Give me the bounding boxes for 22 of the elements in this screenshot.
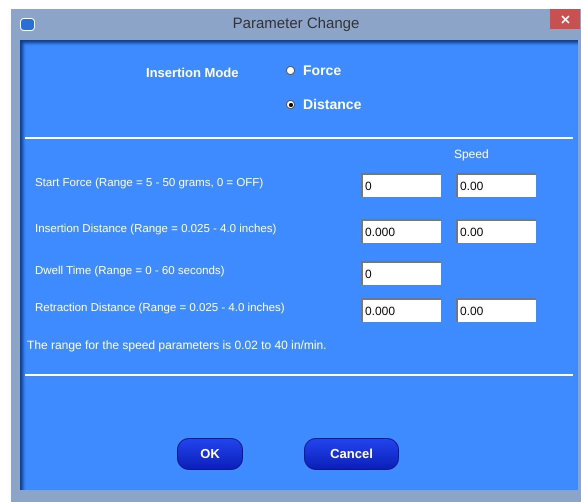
dialog-button[interactable]: OK xyxy=(177,438,243,470)
parameter-label: Dwell Time (Range = 0 - 60 seconds) xyxy=(35,264,226,279)
radio-button[interactable] xyxy=(286,66,295,75)
speed-range-note: The range for the speed parameters is 0.02 to 40 in/min. xyxy=(27,337,328,354)
speed-field[interactable]: 0.00 xyxy=(456,219,536,243)
radio-button[interactable] xyxy=(286,100,295,109)
value-field[interactable]: 0 xyxy=(361,261,441,285)
value-field[interactable]: 0.000 xyxy=(361,219,441,243)
value-field[interactable]: 0 xyxy=(361,173,441,197)
speed-field[interactable]: 0.00 xyxy=(456,298,536,322)
speed-field[interactable]: 0.00 xyxy=(456,173,536,197)
close-button[interactable] xyxy=(550,9,580,29)
dialog-button[interactable]: Cancel xyxy=(304,438,399,470)
window-title: Parameter Change xyxy=(232,14,360,34)
insertion-mode-label: Insertion Mode xyxy=(146,64,240,82)
value-field[interactable]: 0.000 xyxy=(361,298,441,322)
app-icon xyxy=(20,18,35,31)
parameter-label: Start Force (Range = 5 - 50 grams, 0 = OFF) xyxy=(35,176,264,191)
speed-header: Speed xyxy=(454,146,489,163)
close-icon xyxy=(560,14,570,24)
parameter-label: Insertion Distance (Range = 0.025 - 4.0 inches) xyxy=(35,222,278,237)
parameter-label: Retraction Distance (Range = 0.025 - 4.0 inches) xyxy=(35,301,286,316)
